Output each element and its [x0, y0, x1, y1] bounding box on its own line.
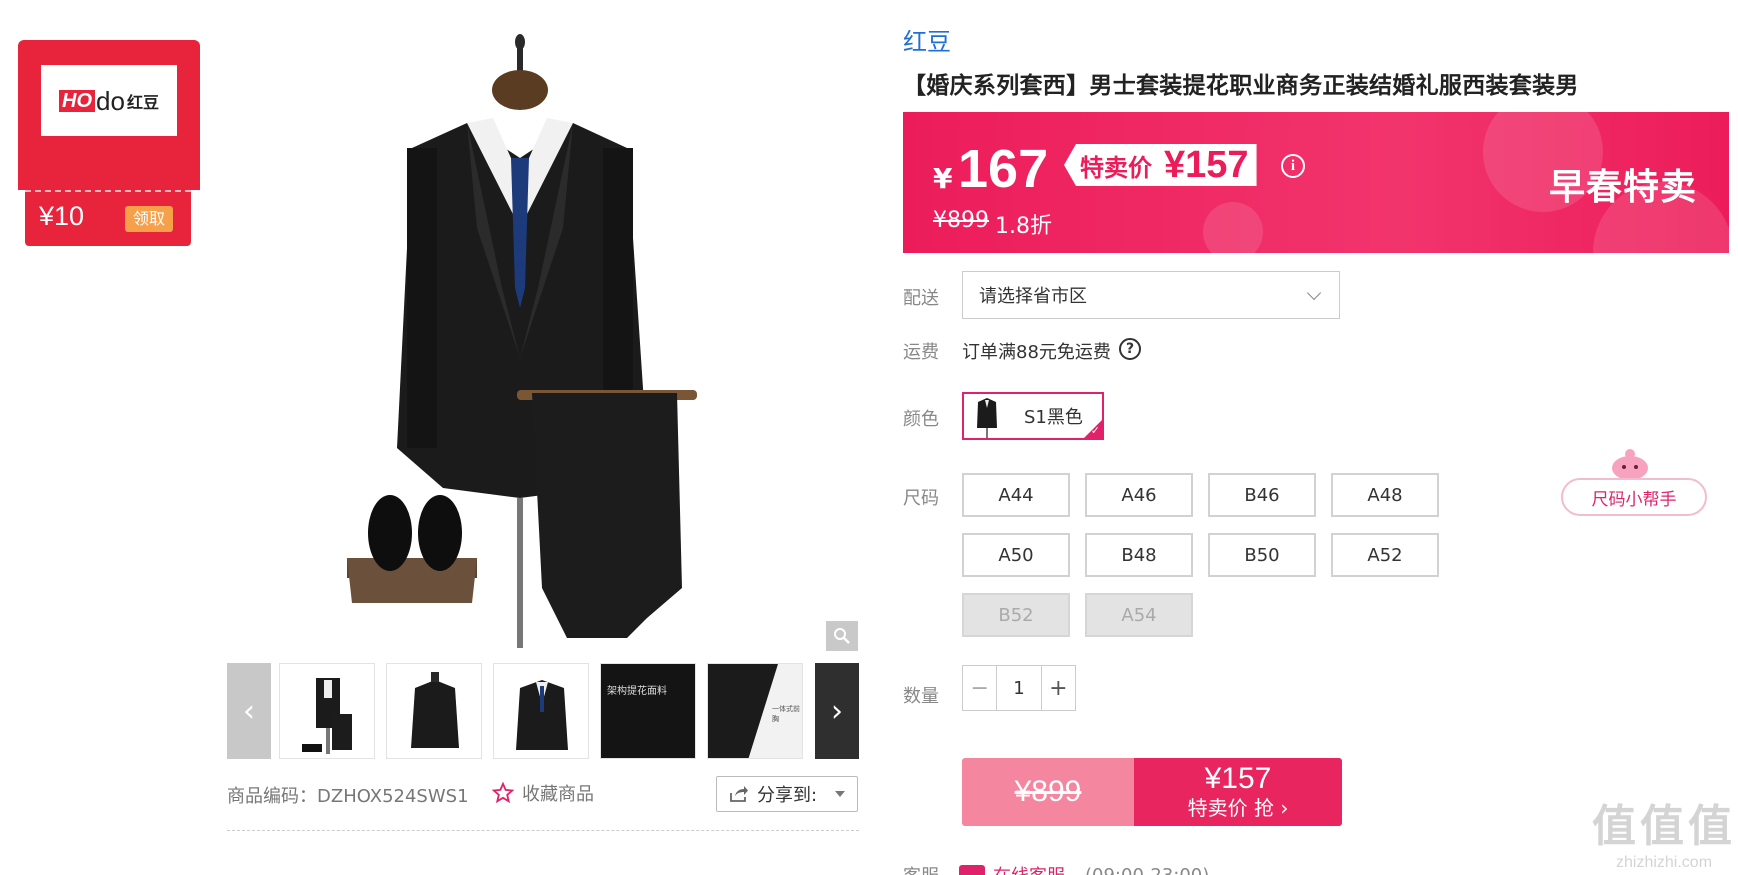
discount-rate: 1.8折 [995, 214, 1052, 239]
watermark-cn: 值值值 [1592, 801, 1736, 852]
coupon-header: HO do 红豆 [18, 40, 200, 190]
price-currency: ¥ [933, 162, 953, 195]
product-title: 【婚庆系列套西】男士套装提花职业商务正装结婚礼服西装套装男 [903, 73, 1579, 99]
buy-action-label: 特卖价 抢 › [1187, 796, 1289, 820]
suit-illustration [347, 34, 697, 648]
buy-sale-price: ¥157 [1204, 762, 1272, 795]
quantity-stepper[interactable]: − 1 + [962, 665, 1076, 711]
delivery-label: 配送 [903, 288, 939, 309]
brand-logo: HO do 红豆 [41, 65, 177, 136]
sale-price-tag: 特卖价 ¥157 [1064, 144, 1257, 186]
buy-sale-block: ¥157 特卖价 抢 › [1134, 758, 1342, 826]
thumbnail-3[interactable] [493, 663, 589, 759]
online-service-label: 在线客服 [993, 862, 1065, 875]
online-service-link[interactable]: 在线客服 [959, 862, 1065, 875]
sale-price: ¥157 [1164, 143, 1249, 186]
size-option[interactable]: B48 [1085, 533, 1193, 577]
size-option[interactable]: B46 [1208, 473, 1316, 517]
coupon-amount: ¥10 [39, 201, 85, 231]
thumbnail-1[interactable] [279, 663, 375, 759]
thumb-caption: 一体式前胸 [772, 705, 800, 723]
customer-service-row: 客服 在线客服 (09:00-23:00) [903, 862, 1209, 875]
favorite-label: 收藏商品 [522, 784, 594, 805]
thumbnail-2[interactable] [386, 663, 482, 759]
watermark: 值值值 zhizhizhi.com [1592, 790, 1736, 872]
size-option[interactable]: A46 [1085, 473, 1193, 517]
thumb-prev-button[interactable]: ‹ [227, 663, 271, 759]
service-label: 客服 [903, 862, 939, 875]
thumb-caption: 架构提花面料 [607, 686, 667, 697]
coupon-claim-button[interactable]: 领取 [125, 206, 173, 232]
product-main-image[interactable] [227, 28, 859, 652]
chevron-right-icon: › [831, 693, 843, 729]
chat-icon [959, 865, 985, 875]
thumbnail-4[interactable]: 架构提花面料 [600, 663, 696, 759]
info-icon[interactable]: i [1281, 154, 1305, 178]
share-dropdown[interactable]: 分享到: [716, 776, 858, 812]
size-option-disabled: B52 [962, 593, 1070, 637]
help-icon[interactable]: ? [1119, 338, 1141, 360]
buy-now-button[interactable]: ¥899 ¥157 特卖价 抢 › [962, 758, 1342, 826]
magnifier-icon [834, 628, 850, 644]
promo-title: 早春特卖 [1548, 167, 1697, 208]
favorite-button[interactable]: 收藏商品 [492, 780, 594, 806]
mascot-icon [1612, 449, 1648, 480]
size-option-disabled: A54 [1085, 593, 1193, 637]
logo-word: do [96, 85, 125, 116]
color-option-label: S1黑色 [1024, 407, 1083, 428]
increment-button[interactable]: + [1042, 666, 1075, 710]
current-price: 167 [958, 139, 1049, 199]
color-swatch-image [977, 398, 997, 438]
decor-bubble [1203, 202, 1263, 253]
thumb-next-button[interactable]: › [815, 663, 859, 759]
chevron-left-icon: ‹ [243, 693, 255, 729]
size-option[interactable]: A48 [1331, 473, 1439, 517]
logo-cn: 红豆 [126, 94, 159, 112]
region-placeholder: 请选择省市区 [979, 286, 1087, 307]
quantity-value[interactable]: 1 [996, 666, 1042, 710]
share-icon [730, 786, 748, 802]
original-price: ¥899 [933, 208, 989, 233]
chevron-down-icon [1306, 285, 1322, 301]
buy-original-price: ¥899 [962, 758, 1134, 826]
size-option[interactable]: A50 [962, 533, 1070, 577]
brand-link[interactable]: 红豆 [903, 22, 951, 57]
size-option[interactable]: A52 [1331, 533, 1439, 577]
check-icon: ✓ [1090, 424, 1100, 437]
zoom-button[interactable] [826, 621, 858, 651]
size-label: 尺码 [903, 488, 939, 509]
thumb-suit-back-image [411, 672, 459, 748]
thumbnail-5[interactable]: 一体式前胸 [707, 663, 803, 759]
star-icon [492, 782, 514, 804]
shop-coupon[interactable]: HO do 红豆 ¥10 领取 [18, 40, 200, 246]
product-code: 商品编码：DZHOX524SWS1 [227, 786, 469, 807]
caret-down-icon [835, 791, 845, 797]
shipping-info: 订单满88元免运费 [962, 342, 1111, 363]
size-option[interactable]: B50 [1208, 533, 1316, 577]
thumb-suit-front-image [516, 680, 568, 750]
thumb-suit-full-image [302, 678, 352, 754]
size-option[interactable]: A44 [962, 473, 1070, 517]
sale-label: 特卖价 [1080, 153, 1152, 182]
watermark-url: zhizhizhi.com [1615, 854, 1713, 871]
color-option-selected[interactable]: S1黑色 ✓ [962, 392, 1104, 440]
divider [227, 830, 859, 831]
service-hours: (09:00-23:00) [1085, 864, 1210, 875]
price-banner: ¥ 167 特卖价 ¥157 i ¥899 1.8折 早春特卖 [903, 112, 1729, 253]
quantity-label: 数量 [903, 686, 939, 707]
color-label: 颜色 [903, 409, 939, 430]
decrement-button[interactable]: − [963, 666, 996, 710]
region-select[interactable]: 请选择省市区 [962, 271, 1340, 319]
coupon-body: ¥10 领取 [25, 190, 191, 246]
share-label: 分享到: [757, 785, 818, 806]
size-helper-button[interactable]: 尺码小帮手 [1561, 478, 1707, 516]
logo-mark: HO [59, 89, 96, 112]
shipping-label: 运费 [903, 342, 939, 363]
